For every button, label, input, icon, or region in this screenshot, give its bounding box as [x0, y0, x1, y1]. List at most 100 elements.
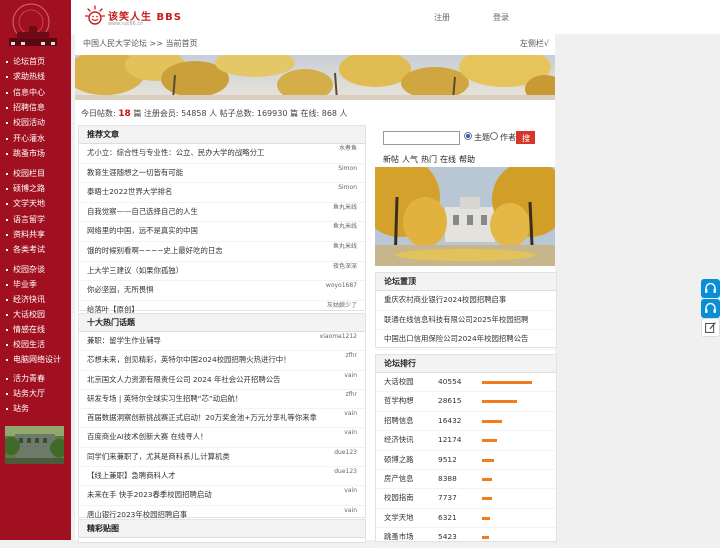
sidebar-nav-item[interactable]: 资料共享 [6, 229, 45, 240]
sidebar-nav-item[interactable]: 活力青春 [6, 373, 45, 384]
list-item-title[interactable]: 【线上兼职】急聘商科人才 [87, 471, 176, 480]
sidebar-nav-item[interactable]: 校园栏目 [6, 168, 45, 179]
list-item[interactable]: 重庆农村商业银行2024校园招聘启事 [376, 291, 556, 311]
quick-link-help[interactable]: 帮助 [459, 155, 475, 164]
sidebar-nav-item[interactable]: 跳蚤市场 [6, 148, 45, 159]
ranking-row[interactable]: 经济快讯 12174 [376, 431, 556, 451]
search-option-author-radio[interactable] [490, 132, 498, 140]
sidebar-nav-item[interactable]: 经济快讯 [6, 294, 45, 305]
sidebar-nav-item[interactable]: 大话校园 [6, 309, 45, 320]
feedback-button[interactable] [701, 318, 720, 337]
customer-service-button[interactable] [701, 279, 720, 298]
sidebar-nav-item[interactable]: 校园活动 [6, 117, 45, 128]
list-item-author[interactable]: Simon [338, 160, 357, 179]
ranking-board-name[interactable]: 房产信息 [384, 470, 414, 488]
search-option-topic-radio[interactable] [464, 132, 472, 140]
ranking-board-name[interactable]: 硕博之路 [384, 451, 414, 469]
list-item[interactable]: 教育生涯随想之一切皆有可能 Simon [79, 164, 365, 184]
support-button[interactable] [701, 299, 720, 318]
quick-link-new[interactable]: 新帖 [383, 155, 399, 164]
list-item-author[interactable]: zfhr [345, 386, 357, 404]
list-item[interactable]: 同学们来兼职了，尤其是商科系儿,计算机类 due123 [79, 448, 365, 468]
search-button[interactable]: 搜索 [516, 131, 535, 156]
ranking-row[interactable]: 跳蚤市场 5423 [376, 528, 556, 548]
list-item-title[interactable]: 兼职：留学生作业辅导 [87, 336, 161, 345]
list-item-title[interactable]: 重庆农村商业银行2024校园招聘启事 [384, 295, 506, 304]
sidebar-nav-item[interactable]: 论坛首页 [6, 56, 45, 67]
list-item-title[interactable]: 饿的时候别看啊~~~~史上最好吃的日志 [87, 246, 223, 255]
ranking-board-name[interactable]: 招聘信息 [384, 412, 414, 430]
list-item[interactable]: 尤小立：综合性与专业性：公立、民办大学的战略分工 水煮鱼 [79, 144, 365, 164]
list-item-title[interactable]: 泰晤士2022世界大学排名 [87, 187, 172, 196]
sidebar-nav-item[interactable]: 校园杂谈 [6, 264, 45, 275]
list-item-author[interactable]: Simon [338, 179, 357, 198]
ranking-row[interactable]: 校园指南 7737 [376, 489, 556, 509]
list-item-title[interactable]: 芯想未来，创见精彩，英特尔中国2024校园招聘火热进行中！ [87, 355, 291, 364]
register-link[interactable]: 注册 [434, 12, 450, 23]
list-item[interactable]: 北京国文人力资源有限责任公司 2024 年社会公开招聘公告 vain [79, 371, 365, 390]
sidebar-nav-item[interactable]: 开心灌水 [6, 133, 45, 144]
list-item[interactable]: 你必坚固，无所畏惧 woyo1687 [79, 281, 365, 301]
list-item-author[interactable]: woyo1687 [326, 277, 357, 296]
ranking-row[interactable]: 房产信息 8388 [376, 470, 556, 490]
list-item-title[interactable]: 百度商业AI技术创新大赛 在线寻人！ [87, 432, 207, 441]
list-item[interactable]: 芯想未来，创见精彩，英特尔中国2024校园招聘火热进行中！ zfhr [79, 351, 365, 371]
sidebar-nav-item[interactable]: 校园生活 [6, 339, 45, 350]
list-item[interactable]: 研发专场 | 英特尔全球实习生招聘“芯”动启航！ zfhr [79, 390, 365, 410]
list-item-title[interactable]: 北京国文人力资源有限责任公司 2024 年社会公开招聘公告 [87, 375, 281, 384]
list-item-title[interactable]: 网络里的中国，远不是真实的中国 [87, 226, 198, 235]
list-item[interactable]: 饿的时候别看啊~~~~史上最好吃的日志 鱼丸米线 [79, 242, 365, 262]
sidebar-nav-item[interactable]: 硕博之路 [6, 183, 45, 194]
quick-link-popular[interactable]: 人气 [402, 155, 418, 164]
ranking-board-name[interactable]: 经济快讯 [384, 431, 414, 449]
sidebar-nav-item[interactable]: 各类考试 [6, 244, 45, 255]
ranking-board-name[interactable]: 大话校园 [384, 373, 414, 391]
list-item-author[interactable]: vain [344, 482, 357, 500]
list-item-author[interactable]: vain [344, 424, 357, 442]
list-item-title[interactable]: 自我觉察——自己选择自己的人生 [87, 207, 198, 216]
list-item[interactable]: 中国出口信用保险公司2024年校园招聘公告 [376, 330, 556, 350]
list-item-title[interactable]: 同学们来兼职了，尤其是商科系儿,计算机类 [87, 452, 230, 461]
list-item-title[interactable]: 唐山银行2023年校园招聘启事 [87, 510, 187, 519]
sidebar-nav-item[interactable]: 招聘信息 [6, 102, 45, 113]
list-item-author[interactable]: vain [344, 502, 357, 520]
sidebar-nav-item[interactable]: 语言留学 [6, 214, 45, 225]
ranking-row[interactable]: 哲学构想 28615 [376, 392, 556, 412]
list-item-title[interactable]: 研发专场 | 英特尔全球实习生招聘“芯”动启航！ [87, 394, 242, 403]
sidebar-nav-item[interactable]: 电脑网络设计 [6, 354, 61, 365]
sidebar-nav-item[interactable]: 情感在线 [6, 324, 45, 335]
ranking-row[interactable]: 文学天地 6321 [376, 509, 556, 529]
list-item[interactable]: 首届数据洞察创新挑战赛正式启动！20万奖金池+万元分享礼等你来拿 vain [79, 409, 365, 429]
sidebar-toggle[interactable]: 左侧栏√ [520, 38, 549, 49]
list-item-author[interactable]: vain [344, 367, 357, 385]
list-item[interactable]: 泰晤士2022世界大学排名 Simon [79, 183, 365, 203]
sidebar-nav-item[interactable]: 求助热线 [6, 71, 45, 82]
list-item-title[interactable]: 尤小立：综合性与专业性：公立、民办大学的战略分工 [87, 148, 264, 157]
list-item-author[interactable]: xiaoma1212 [320, 328, 357, 346]
sidebar-nav-item[interactable]: 毕业季 [6, 279, 37, 290]
sidebar-nav-item[interactable]: 站务大厅 [6, 388, 45, 399]
list-item-author[interactable]: vain [344, 405, 357, 423]
list-item[interactable]: 【线上兼职】急聘商科人才 due123 [79, 467, 365, 487]
sidebar-nav-item[interactable]: 站务 [6, 403, 29, 414]
list-item-title[interactable]: 你必坚固，无所畏惧 [87, 285, 154, 294]
list-item-title[interactable]: 联通在线信息科技有限公司2025年校园招聘 [384, 315, 528, 324]
search-input[interactable] [383, 131, 460, 145]
list-item-title[interactable]: 教育生涯随想之一切皆有可能 [87, 168, 183, 177]
list-item-title[interactable]: 未来在手 快手2023春季校园招聘启动 [87, 490, 212, 499]
login-link[interactable]: 登录 [493, 12, 509, 23]
ranking-row[interactable]: 招聘信息 16432 [376, 412, 556, 432]
list-item-author[interactable]: 水煮鱼 [339, 140, 357, 159]
list-item-author[interactable]: due123 [334, 444, 357, 462]
list-item-author[interactable]: due123 [334, 463, 357, 481]
list-item-author[interactable]: 鱼丸米线 [333, 199, 357, 218]
list-item[interactable]: 自我觉察——自己选择自己的人生 鱼丸米线 [79, 203, 365, 223]
ranking-board-name[interactable]: 哲学构想 [384, 392, 414, 410]
list-item-title[interactable]: 上大学三建议（如果你孤独） [87, 266, 183, 275]
sidebar-nav-item[interactable]: 信息中心 [6, 87, 45, 98]
list-item[interactable]: 联通在线信息科技有限公司2025年校园招聘 [376, 311, 556, 331]
ranking-board-name[interactable]: 跳蚤市场 [384, 528, 414, 546]
list-item-title[interactable]: 中国出口信用保险公司2024年校园招聘公告 [384, 334, 528, 343]
list-item-author[interactable]: zfhr [345, 347, 357, 365]
list-item-author[interactable]: 鱼丸米线 [333, 218, 357, 237]
